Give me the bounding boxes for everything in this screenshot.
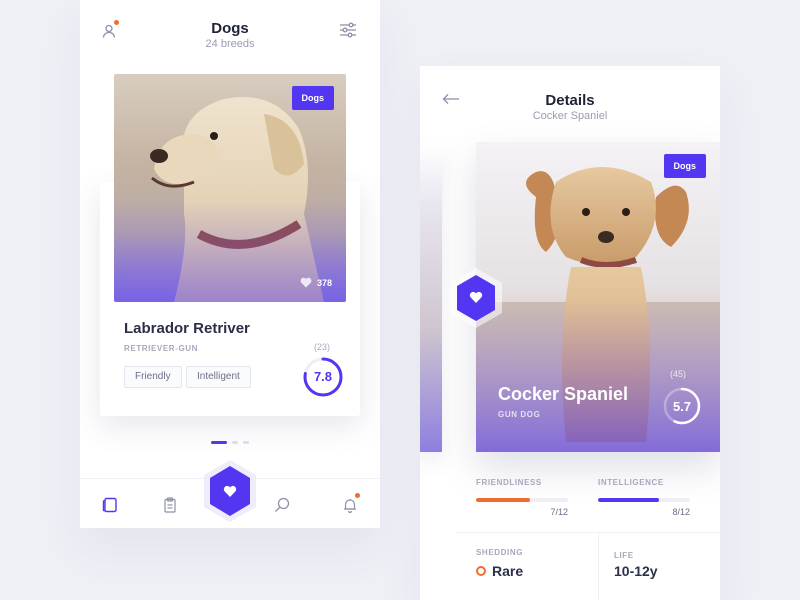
- intelligence-bar-fill: [598, 498, 660, 502]
- life-label: LIFE: [614, 551, 634, 560]
- tag-chip[interactable]: Friendly: [124, 366, 182, 388]
- shedding: Rare: [476, 563, 523, 579]
- friendliness-label: FRIENDLINESS: [476, 478, 542, 487]
- heart-icon: [300, 277, 312, 288]
- divider: [456, 532, 720, 533]
- breed-name: Cocker Spaniel: [498, 384, 629, 404]
- shedding-indicator-icon: [476, 566, 486, 576]
- detail-card: Dogs Cocker Spaniel GUN DOG (45) 5.7: [476, 142, 720, 452]
- category-badge[interactable]: Dogs: [663, 154, 706, 178]
- notification-dot: [355, 493, 360, 498]
- vote-count: (23): [314, 342, 331, 352]
- heart-icon: [223, 485, 237, 497]
- shedding-value: Rare: [492, 563, 524, 579]
- nav-cards[interactable]: [98, 493, 122, 517]
- friendliness-bar: [476, 498, 568, 502]
- score-value: 7.8: [313, 369, 333, 384]
- page-title: Details: [545, 92, 595, 109]
- friendliness-bar-fill: [476, 498, 530, 502]
- dogs-list-screen: Dogs 24 breeds Labrador Retriver RETRIEV…: [80, 0, 380, 528]
- heart-icon: [469, 291, 483, 303]
- divider: [598, 533, 599, 600]
- labrador-photo: Dogs 378: [114, 74, 346, 302]
- clipboard-icon: [164, 497, 176, 513]
- sliders-icon: [340, 22, 356, 38]
- breed-group: RETRIEVER-GUN: [124, 344, 199, 353]
- friendliness-value: 7/12: [550, 507, 568, 517]
- nav-clipboard[interactable]: [158, 493, 182, 517]
- breed-name: Labrador Retriver: [124, 320, 250, 337]
- nav-notifications[interactable]: [338, 493, 362, 517]
- intelligence-bar: [598, 498, 690, 502]
- details-screen: Details Cocker Spaniel Dogs Cocker Spani…: [420, 66, 720, 600]
- previous-card-peek[interactable]: [420, 142, 442, 452]
- vote-count: (45): [670, 369, 687, 379]
- likes: 378: [300, 277, 332, 288]
- search-icon: [275, 497, 290, 512]
- page-subtitle: 24 breeds: [205, 38, 255, 50]
- page-dot-active[interactable]: [211, 441, 227, 444]
- page-title: Dogs: [211, 20, 249, 37]
- bell-icon: [344, 499, 356, 513]
- pagination: [211, 441, 249, 444]
- shedding-label: SHEDDING: [476, 548, 524, 557]
- favorite-button[interactable]: [446, 266, 506, 330]
- page-subtitle: Cocker Spaniel: [532, 110, 608, 122]
- score-value: 5.7: [672, 399, 692, 414]
- filter-button[interactable]: [336, 18, 360, 42]
- intelligence-label: INTELLIGENCE: [598, 478, 664, 487]
- page-dot[interactable]: [232, 441, 238, 444]
- tag-chip[interactable]: Intelligent: [186, 366, 251, 388]
- nav-search[interactable]: [270, 493, 294, 517]
- breed-group: GUN DOG: [498, 410, 541, 419]
- life-value: 10-12y: [614, 563, 658, 579]
- cards-icon: [102, 497, 117, 513]
- page-dot[interactable]: [243, 441, 249, 444]
- category-badge[interactable]: Dogs: [291, 86, 334, 110]
- favorite-fab[interactable]: [200, 458, 260, 524]
- likes-count: 378: [316, 277, 332, 288]
- intelligence-value: 8/12: [672, 507, 690, 517]
